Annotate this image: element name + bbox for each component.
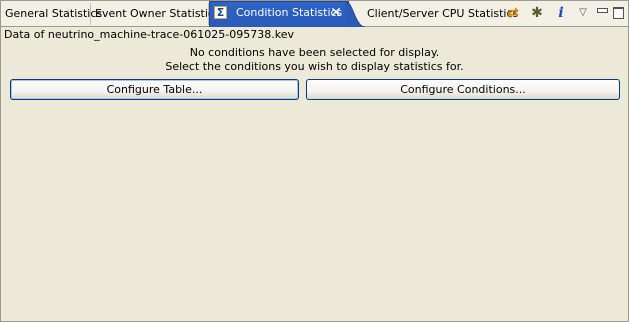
view-menu-icon[interactable]: ▽ (574, 4, 592, 22)
select-conditions-message: Select the conditions you wish to displa… (165, 60, 464, 73)
tab-condition-statistics[interactable]: Σ Condition Statistics ✕ (209, 1, 365, 27)
close-tab-icon[interactable]: ✕ (329, 6, 343, 20)
tab-general-statistics[interactable]: General Statistics (1, 3, 102, 25)
sigma-icon: Σ (214, 6, 227, 19)
bug-icon[interactable]: ✱ (528, 4, 546, 22)
minimize-icon[interactable] (593, 4, 611, 22)
tab-label: Client/Server CPU Statistics (367, 7, 519, 20)
no-conditions-message: No conditions have been selected for dis… (189, 46, 440, 59)
trace-file-label: Data of neutrino_machine-trace-061025-09… (4, 28, 294, 41)
tab-client-server-cpu-statistics[interactable]: Client/Server CPU Statistics (363, 3, 518, 25)
tab-label: General Statistics (5, 7, 103, 20)
tab-label: Event Owner Statistics (95, 7, 220, 20)
statistics-view: General Statistics Event Owner Statistic… (0, 0, 629, 322)
configure-table-button[interactable]: Configure Table... (10, 79, 299, 100)
maximize-icon[interactable] (610, 4, 628, 22)
active-tab-curve (345, 1, 365, 27)
configure-conditions-button[interactable]: Configure Conditions... (306, 79, 620, 100)
tab-event-owner-statistics[interactable]: Event Owner Statistics (91, 3, 220, 25)
sync-icon[interactable]: ⇄ (504, 4, 522, 22)
tab-label: Condition Statistics (236, 6, 343, 19)
tab-strip: General Statistics Event Owner Statistic… (1, 1, 628, 27)
info-icon[interactable]: i (552, 4, 570, 22)
